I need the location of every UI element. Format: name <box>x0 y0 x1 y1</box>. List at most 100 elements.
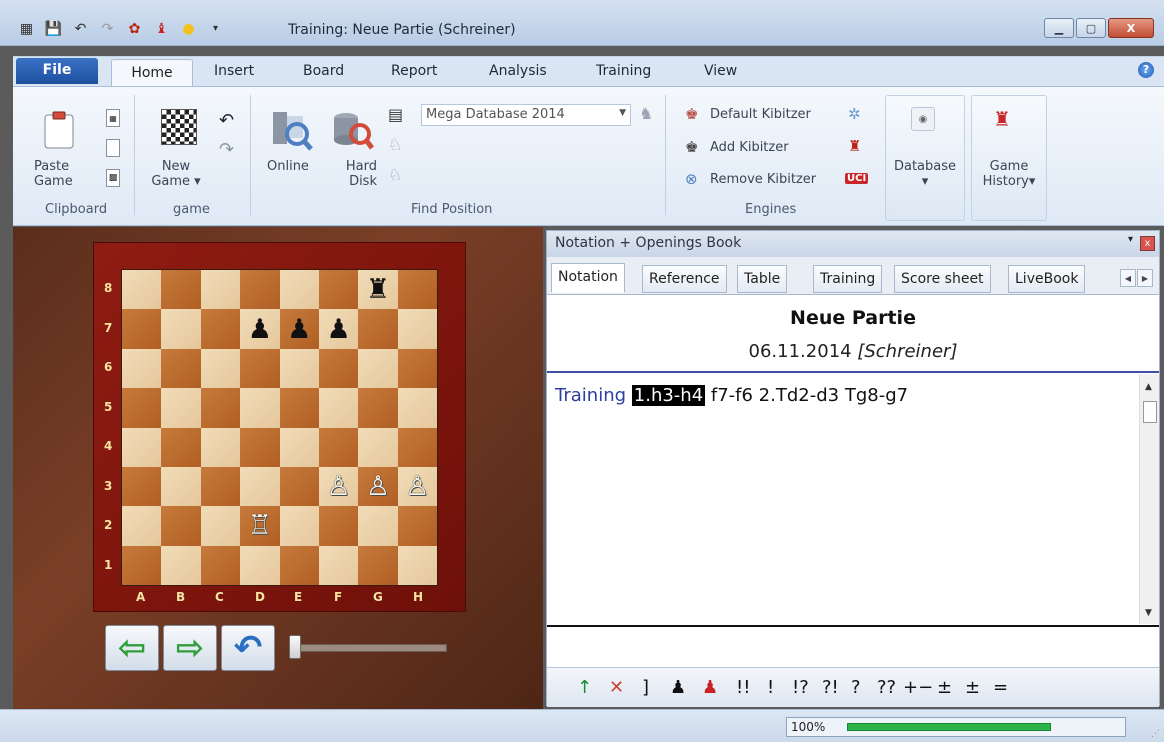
board-square-h1[interactable] <box>397 545 437 585</box>
board-square-c2[interactable] <box>200 506 241 546</box>
white-decisive-button[interactable]: +− <box>903 677 933 698</box>
white-slight-advantage-button[interactable]: ± <box>965 677 980 698</box>
tab-training[interactable]: Training <box>596 63 651 79</box>
board-square-h3[interactable]: ♙ <box>397 466 437 507</box>
default-kibitzer-button[interactable]: Default Kibitzer <box>710 107 811 122</box>
board-square-g8[interactable]: ♜ <box>358 270 398 310</box>
tab-insert[interactable]: Insert <box>214 63 254 79</box>
board-square-c1[interactable] <box>200 545 241 585</box>
board-square-d7[interactable]: ♟ <box>240 309 280 349</box>
white-advantage-button[interactable]: ± <box>937 677 952 698</box>
board-square-b8[interactable] <box>161 270 201 310</box>
new-game-button[interactable]: New Game ▾ <box>151 159 201 189</box>
board-square-d5[interactable] <box>240 388 280 428</box>
board-square-f3[interactable]: ♙ <box>318 466 359 507</box>
black-pawn-piece[interactable]: ♟ <box>326 316 350 343</box>
paste-game-button[interactable] <box>41 109 77 151</box>
pane-menu-icon[interactable]: ▾ <box>1128 234 1133 245</box>
scroll-up-icon[interactable]: ▲ <box>1145 382 1152 392</box>
black-pawn-icon[interactable]: ♟ <box>670 677 686 698</box>
arrow-up-icon[interactable]: ↑ <box>577 677 592 698</box>
search-pieces-icon[interactable]: ♘ <box>388 165 402 184</box>
search-pieces-icon[interactable]: ♘ <box>388 135 402 154</box>
brilliant-move-button[interactable]: !! <box>736 677 750 698</box>
board-square-a8[interactable] <box>122 270 162 310</box>
pane-close-button[interactable]: x <box>1140 236 1155 251</box>
board-square-c3[interactable] <box>200 466 241 507</box>
board-square-d8[interactable] <box>240 270 280 310</box>
board-square-g5[interactable] <box>358 388 398 428</box>
board-square-a6[interactable] <box>122 348 162 389</box>
bulb-icon[interactable]: ● <box>180 20 197 37</box>
white-pawn-piece[interactable]: ♙ <box>326 473 350 500</box>
tab-reference[interactable]: Reference <box>642 265 727 293</box>
board-square-g7[interactable] <box>358 309 398 349</box>
tab-report[interactable]: Report <box>391 63 437 79</box>
tab-home[interactable]: Home <box>111 59 193 88</box>
board-square-h2[interactable] <box>397 506 437 546</box>
board-square-b2[interactable] <box>161 506 201 546</box>
database-book-icon[interactable]: ▤ <box>388 105 403 124</box>
equal-button[interactable]: = <box>993 677 1008 698</box>
move-text[interactable]: f7-f6 2.Td2-d3 Tg8-g7 <box>711 385 908 406</box>
save-icon[interactable]: 💾 <box>45 20 62 37</box>
tab-view[interactable]: View <box>704 63 737 79</box>
redo-icon[interactable]: ↷ <box>219 139 234 160</box>
scroll-down-icon[interactable]: ▼ <box>1145 608 1152 618</box>
board-square-c8[interactable] <box>200 270 241 310</box>
tab-notation[interactable]: Notation <box>551 263 625 293</box>
board-square-d6[interactable] <box>240 348 280 389</box>
good-move-button[interactable]: ! <box>767 677 774 698</box>
board-square-c7[interactable] <box>200 309 241 349</box>
help-icon[interactable]: ? <box>1138 62 1154 78</box>
board-square-g3[interactable]: ♙ <box>358 466 398 507</box>
notation-scrollbar[interactable]: ▲ ▼ <box>1139 374 1159 624</box>
minimize-button[interactable]: ▁ <box>1044 18 1074 38</box>
board-square-d2[interactable]: ♖ <box>240 506 280 546</box>
board-square-g2[interactable] <box>358 506 398 546</box>
undo-icon[interactable]: ↶ <box>219 110 234 131</box>
tab-livebook[interactable]: LiveBook <box>1008 265 1086 293</box>
take-back-button[interactable]: ↶ <box>221 625 275 671</box>
black-rook-piece[interactable]: ♜ <box>366 276 390 303</box>
board-square-b7[interactable] <box>161 309 201 349</box>
tab-training[interactable]: Training <box>813 265 883 293</box>
scroll-thumb[interactable] <box>1143 401 1157 423</box>
dubious-move-button[interactable]: ?! <box>822 677 839 698</box>
board-square-c6[interactable] <box>200 348 241 389</box>
tab-board[interactable]: Board <box>303 63 344 79</box>
uci-icon[interactable]: UCI <box>845 173 869 184</box>
board-square-e1[interactable] <box>279 545 319 585</box>
move-slider-thumb[interactable] <box>289 635 301 659</box>
tab-score-sheet[interactable]: Score sheet <box>894 265 991 293</box>
current-move[interactable]: 1.h3-h4 <box>631 385 706 406</box>
back-button[interactable]: ⇦ <box>105 625 159 671</box>
new-game-icon[interactable] <box>161 109 197 145</box>
undo-icon[interactable]: ↶ <box>72 20 89 37</box>
board-square-d1[interactable] <box>240 545 280 585</box>
engine-icon[interactable]: ♜ <box>848 137 861 155</box>
engine-settings-icon[interactable]: ✲ <box>848 105 861 123</box>
dropdown-icon[interactable]: ▾ <box>207 20 224 37</box>
board-square-a7[interactable] <box>122 309 162 349</box>
online-search-icon[interactable] <box>268 107 314 153</box>
board-square-e2[interactable] <box>279 506 319 546</box>
hard-disk-button[interactable]: Hard Disk <box>335 159 377 189</box>
remove-kibitzer-button[interactable]: Remove Kibitzer <box>710 172 816 187</box>
board-square-e4[interactable] <box>279 427 319 467</box>
red-pawn-icon[interactable]: ♟ <box>702 677 718 698</box>
paste-position-icon[interactable]: ▩ <box>106 169 120 187</box>
board-square-h7[interactable] <box>397 309 437 349</box>
board-square-f4[interactable] <box>318 427 359 467</box>
board-square-d4[interactable] <box>240 427 280 467</box>
board-square-g1[interactable] <box>358 545 398 585</box>
forward-button[interactable]: ⇨ <box>163 625 217 671</box>
board-square-f1[interactable] <box>318 545 359 585</box>
maximize-button[interactable]: ▢ <box>1076 18 1106 38</box>
board-square-a4[interactable] <box>122 427 162 467</box>
board-square-f8[interactable] <box>318 270 359 310</box>
board-square-a5[interactable] <box>122 388 162 428</box>
board-square-e5[interactable] <box>279 388 319 428</box>
board-square-a3[interactable] <box>122 466 162 507</box>
board-square-d3[interactable] <box>240 466 280 507</box>
